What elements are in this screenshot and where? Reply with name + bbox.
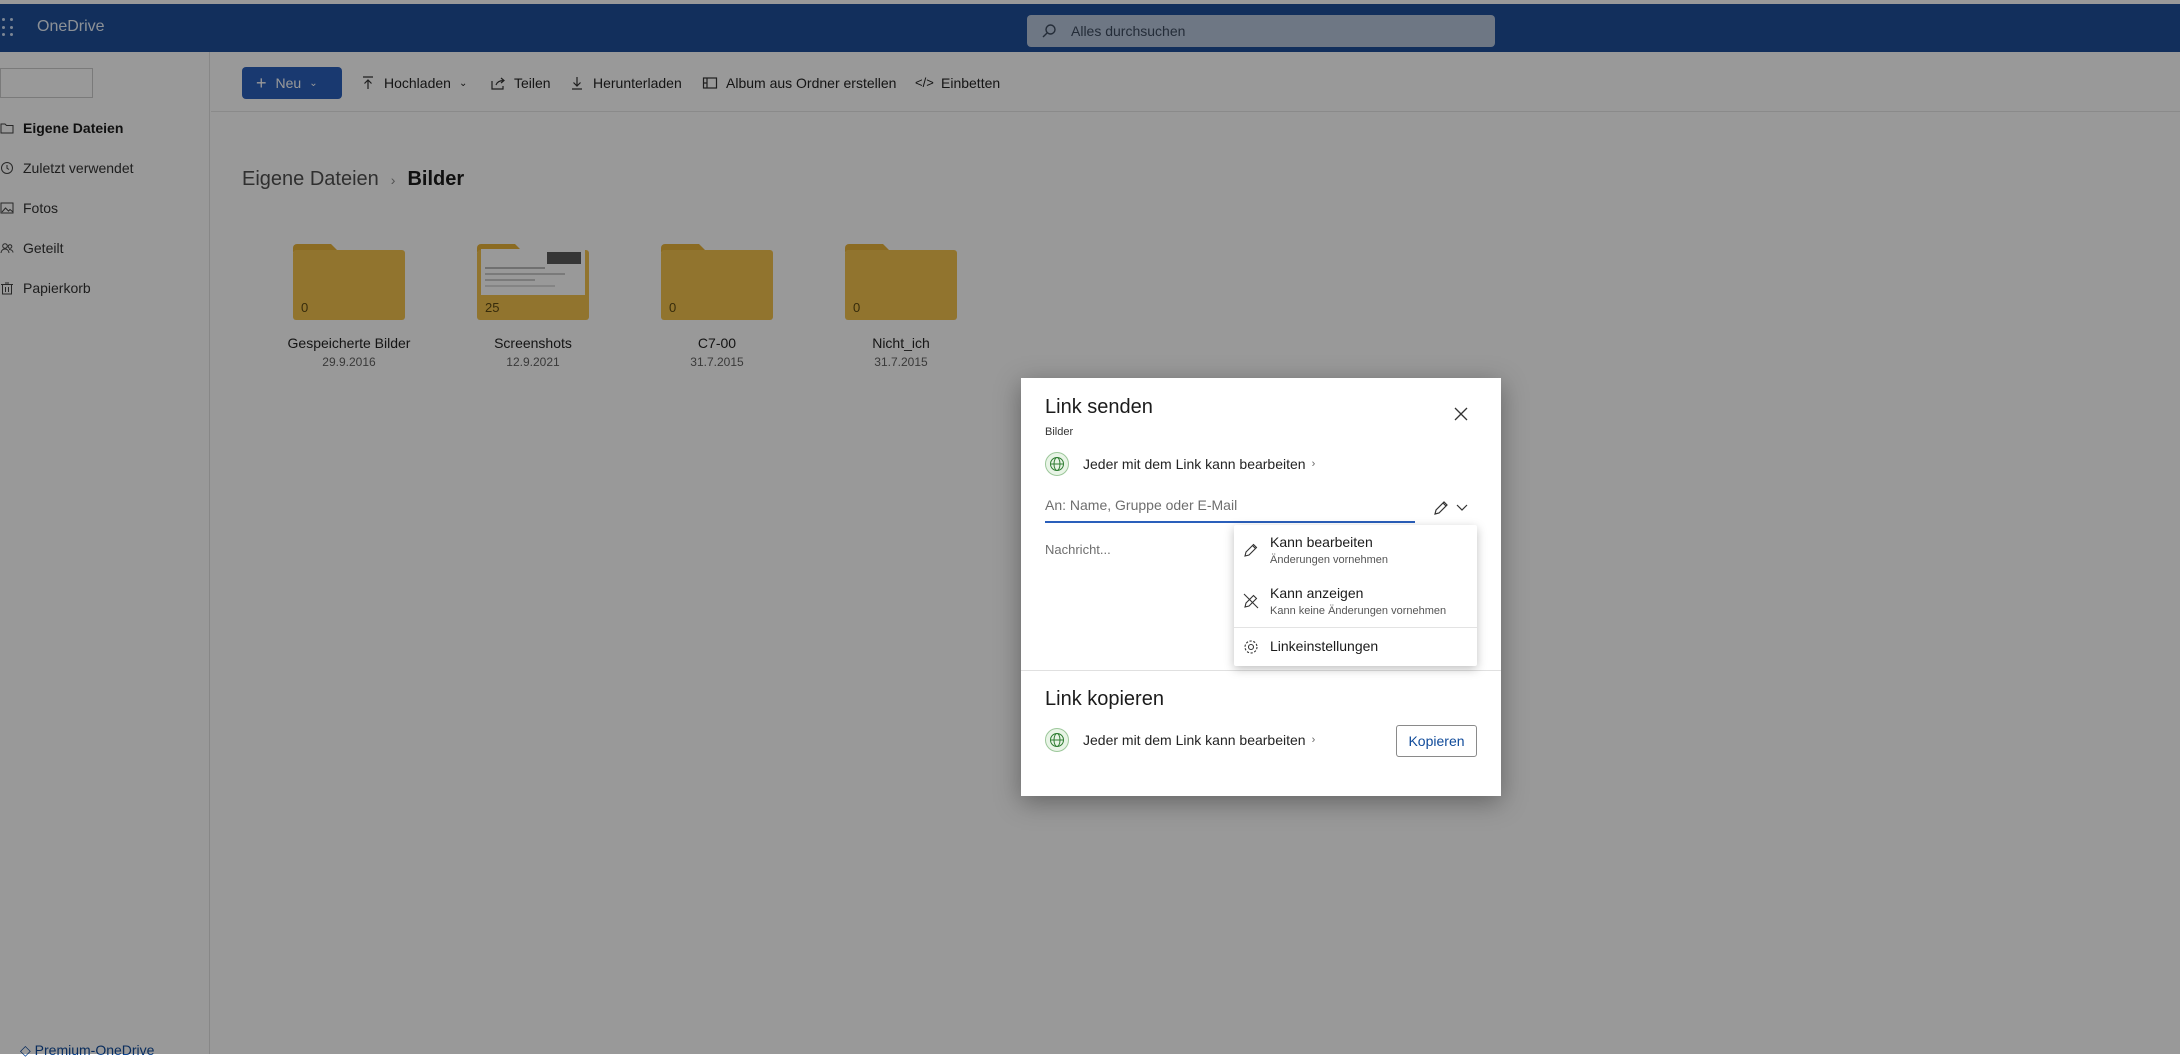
- pencil-icon[interactable]: [1431, 498, 1451, 518]
- menu-item-subtitle: Änderungen vornehmen: [1270, 554, 1389, 566]
- menu-item-title: Kann anzeigen: [1270, 585, 1364, 601]
- link-permission-label: Jeder mit dem Link kann bearbeiten: [1083, 456, 1306, 472]
- gear-icon: [1244, 640, 1258, 654]
- chevron-right-icon: ›: [1311, 458, 1316, 470]
- copy-link-permission-setting[interactable]: Jeder mit dem Link kann bearbeiten ›: [1045, 728, 1315, 752]
- dialog-subtitle: Bilder: [1045, 426, 1074, 438]
- menu-item-title: Linkeinstellungen: [1270, 638, 1379, 654]
- chevron-down-icon[interactable]: [1455, 500, 1469, 514]
- permission-menu: Kann bearbeiten Änderungen vornehmen Kan…: [1234, 525, 1477, 666]
- pencil-icon: [1244, 543, 1258, 557]
- menu-item-can-view[interactable]: Kann anzeigen Kann keine Änderungen vorn…: [1234, 577, 1477, 627]
- copy-link-permission-label: Jeder mit dem Link kann bearbeiten: [1083, 732, 1306, 748]
- menu-item-subtitle: Kann keine Änderungen vornehmen: [1270, 605, 1447, 617]
- globe-icon: [1045, 728, 1069, 752]
- globe-icon: [1045, 452, 1069, 476]
- chevron-right-icon: ›: [1311, 734, 1316, 746]
- menu-item-title: Kann bearbeiten: [1270, 534, 1373, 550]
- menu-item-link-settings[interactable]: Linkeinstellungen: [1234, 628, 1477, 666]
- pencil-off-icon: [1243, 593, 1259, 609]
- recipient-placeholder: An: Name, Gruppe oder E-Mail: [1045, 497, 1238, 513]
- message-input[interactable]: Nachricht...: [1045, 542, 1111, 557]
- copy-link-title: Link kopieren: [1045, 688, 1164, 710]
- link-permission-setting[interactable]: Jeder mit dem Link kann bearbeiten ›: [1045, 452, 1315, 476]
- menu-item-can-edit[interactable]: Kann bearbeiten Änderungen vornehmen: [1234, 525, 1477, 577]
- copy-button[interactable]: Kopieren: [1396, 725, 1477, 757]
- section-divider: [1021, 670, 1501, 671]
- recipient-input[interactable]: An: Name, Gruppe oder E-Mail: [1045, 497, 1415, 523]
- dialog-title: Link senden: [1045, 396, 1153, 418]
- close-icon[interactable]: [1451, 404, 1471, 424]
